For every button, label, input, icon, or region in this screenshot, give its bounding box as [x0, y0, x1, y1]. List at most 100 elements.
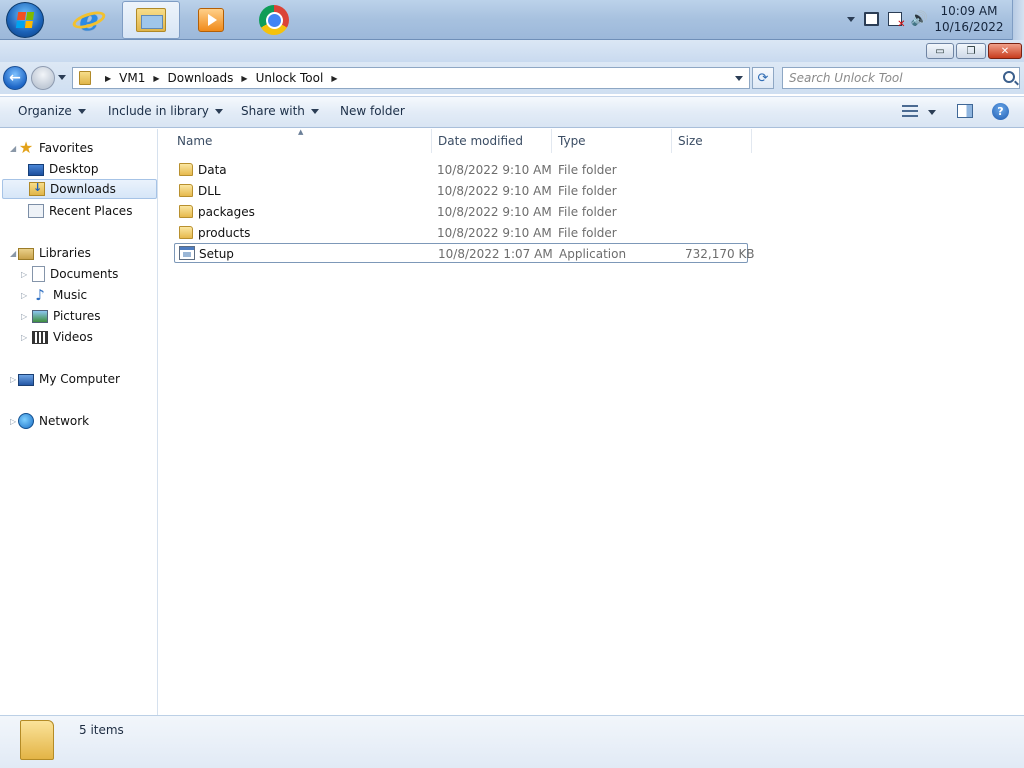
- share-with-button[interactable]: Share with: [241, 104, 319, 118]
- expand-network-icon[interactable]: ▷: [10, 417, 16, 426]
- table-row[interactable]: Setup 10/8/2022 1:07 AM Application 732,…: [174, 243, 755, 263]
- chevron-down-icon: [310, 108, 319, 114]
- videos-film-icon: [32, 331, 48, 344]
- restore-button[interactable]: ❐: [956, 43, 986, 59]
- breadcrumb-separator-icon[interactable]: ▶: [331, 74, 337, 83]
- chrome-icon: [259, 5, 289, 35]
- change-view-icon[interactable]: [902, 105, 918, 117]
- help-button[interactable]: ?: [992, 103, 1009, 120]
- minimize-button[interactable]: ▭: [926, 43, 954, 59]
- view-options-chevron-icon[interactable]: [928, 110, 936, 115]
- taskbar: e 🔊 10:09 AM 10/16/2022: [0, 0, 1024, 40]
- include-in-library-button[interactable]: Include in library: [108, 104, 223, 118]
- show-desktop-button[interactable]: [1012, 0, 1024, 40]
- breadcrumb-vm1[interactable]: VM1: [119, 71, 145, 85]
- recent-pages-chevron-icon[interactable]: [58, 75, 66, 80]
- expand-videos-icon[interactable]: ▷: [21, 333, 27, 342]
- file-date: 10/8/2022 1:07 AM: [438, 247, 553, 261]
- column-type-label: Type: [558, 134, 586, 148]
- expand-my-computer-icon[interactable]: ▷: [10, 375, 16, 384]
- new-folder-button[interactable]: New folder: [340, 104, 405, 118]
- file-name: DLL: [198, 184, 221, 198]
- documents-icon: [32, 266, 45, 282]
- address-bar[interactable]: ▶ VM1 ▶ Downloads ▶ Unlock Tool ▶: [72, 67, 750, 89]
- nav-network[interactable]: Network: [18, 411, 138, 431]
- chevron-down-icon: [214, 108, 223, 114]
- share-with-label: Share with: [241, 104, 305, 118]
- taskbar-windows-explorer[interactable]: [122, 1, 180, 39]
- nav-videos[interactable]: Videos: [32, 327, 152, 347]
- network-tray-icon[interactable]: [863, 12, 879, 26]
- forward-button[interactable]: [31, 66, 55, 90]
- organize-button[interactable]: Organize: [18, 104, 86, 118]
- breadcrumb-separator-icon[interactable]: ▶: [153, 74, 159, 83]
- nav-recent-places[interactable]: Recent Places: [28, 201, 153, 221]
- back-button[interactable]: ←: [3, 66, 27, 90]
- nav-downloads-label: Downloads: [50, 182, 116, 196]
- nav-documents[interactable]: Documents: [32, 264, 152, 284]
- expand-music-icon[interactable]: ▷: [21, 291, 27, 300]
- file-name: Setup: [199, 247, 234, 261]
- file-name: products: [198, 226, 251, 240]
- expand-pictures-icon[interactable]: ▷: [21, 312, 27, 321]
- expand-libraries-icon[interactable]: ◢: [10, 249, 16, 258]
- nav-libraries-label: Libraries: [39, 246, 91, 260]
- start-button[interactable]: [6, 2, 44, 38]
- column-header-size[interactable]: Size: [672, 129, 752, 153]
- window-title-bar[interactable]: [0, 40, 1024, 62]
- breadcrumb-unlock-tool[interactable]: Unlock Tool: [256, 71, 324, 85]
- file-date: 10/8/2022 9:10 AM: [437, 205, 552, 219]
- table-row[interactable]: Data 10/8/2022 9:10 AM File folder: [174, 160, 748, 180]
- system-clock[interactable]: 10:09 AM 10/16/2022: [934, 3, 1004, 35]
- nav-music[interactable]: ♪ Music: [32, 285, 152, 305]
- taskbar-internet-explorer[interactable]: e: [60, 1, 118, 39]
- taskbar-media-player[interactable]: [182, 1, 240, 39]
- close-icon: ✕: [1000, 45, 1010, 57]
- close-button[interactable]: ✕: [988, 43, 1022, 59]
- address-dropdown-icon[interactable]: [735, 76, 743, 81]
- folder-icon: [179, 205, 193, 218]
- downloads-folder-icon: [29, 181, 45, 196]
- nav-libraries[interactable]: Libraries: [18, 243, 138, 263]
- search-input[interactable]: [783, 68, 993, 88]
- breadcrumb-downloads[interactable]: Downloads: [168, 71, 234, 85]
- file-size: 732,170 KB: [685, 247, 755, 261]
- expand-documents-icon[interactable]: ▷: [21, 270, 27, 279]
- nav-recent-places-label: Recent Places: [49, 204, 133, 218]
- preview-pane-icon[interactable]: [957, 104, 973, 118]
- taskbar-chrome[interactable]: [245, 1, 303, 39]
- nav-favorites-label: Favorites: [39, 141, 94, 155]
- help-icon: ?: [997, 105, 1004, 118]
- volume-icon[interactable]: 🔊: [911, 11, 928, 27]
- breadcrumb-separator-icon[interactable]: ▶: [241, 74, 247, 83]
- file-type: File folder: [558, 163, 617, 177]
- file-date: 10/8/2022 9:10 AM: [437, 163, 552, 177]
- media-player-icon: [198, 8, 224, 32]
- music-note-icon: ♪: [35, 286, 45, 304]
- table-row[interactable]: DLL 10/8/2022 9:10 AM File folder: [174, 181, 748, 201]
- table-row[interactable]: packages 10/8/2022 9:10 AM File folder: [174, 202, 748, 222]
- action-center-flag-icon[interactable]: [887, 12, 906, 30]
- new-folder-label: New folder: [340, 104, 405, 118]
- column-header-date-modified[interactable]: Date modified: [432, 129, 552, 153]
- star-icon: ★: [18, 138, 34, 157]
- nav-desktop[interactable]: Desktop: [28, 159, 148, 179]
- folder-icon: [179, 226, 193, 239]
- file-type: File folder: [558, 205, 617, 219]
- expand-favorites-icon[interactable]: ◢: [10, 144, 16, 153]
- table-row[interactable]: products 10/8/2022 9:10 AM File folder: [174, 223, 748, 243]
- nav-my-computer[interactable]: My Computer: [18, 369, 148, 389]
- search-box[interactable]: [782, 67, 1020, 89]
- nav-my-computer-label: My Computer: [39, 372, 120, 386]
- nav-downloads[interactable]: Downloads: [2, 179, 157, 199]
- column-header-type[interactable]: Type: [552, 129, 672, 153]
- nav-favorites[interactable]: ★ Favorites: [18, 138, 138, 158]
- nav-music-label: Music: [53, 288, 88, 302]
- nav-videos-label: Videos: [53, 330, 93, 344]
- breadcrumb-separator-icon[interactable]: ▶: [105, 74, 111, 83]
- nav-pictures[interactable]: Pictures: [32, 306, 152, 326]
- refresh-button[interactable]: ⟳: [752, 67, 774, 89]
- search-icon[interactable]: [1003, 71, 1015, 83]
- column-header-name[interactable]: Name: [171, 129, 432, 153]
- show-hidden-icons-chevron-icon[interactable]: [846, 16, 855, 22]
